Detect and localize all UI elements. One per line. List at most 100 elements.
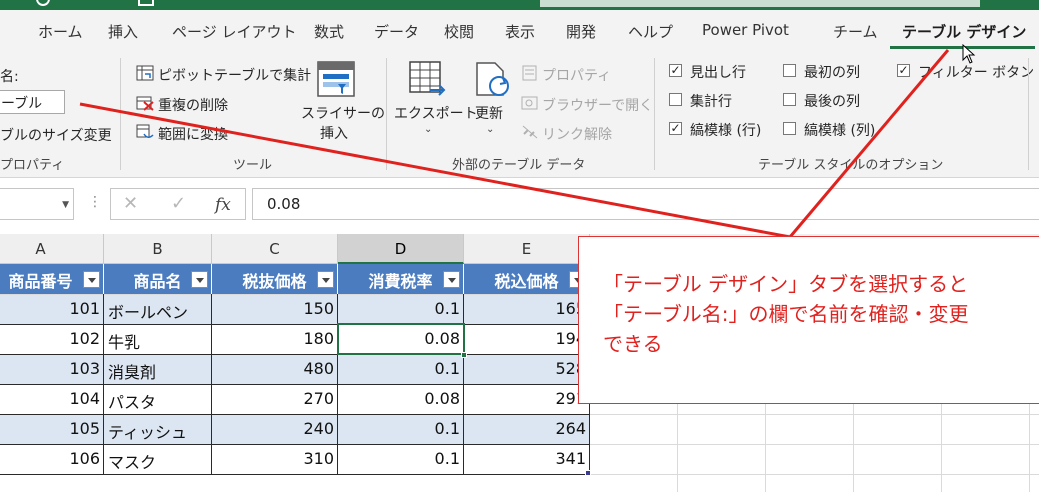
refresh-button[interactable]: 更新 (475, 103, 503, 123)
tab-developer[interactable]: 開発 (566, 21, 596, 42)
column-header-b[interactable]: B (104, 234, 212, 264)
table-cell[interactable]: 103 (0, 354, 104, 384)
last-column-label: 最後の列 (804, 94, 860, 110)
table-cell[interactable]: 310 (212, 444, 338, 474)
slicer-icon (317, 61, 355, 97)
unlink-icon (522, 125, 538, 139)
table-header-cell[interactable]: 消費税率 (338, 264, 464, 294)
last-column-checkbox[interactable] (783, 93, 796, 106)
total-row-checkbox[interactable] (669, 93, 682, 106)
insert-slicer-line2[interactable]: 挿入 (320, 123, 348, 143)
table-cell[interactable]: 0.1 (338, 294, 464, 324)
filter-button-checkbox[interactable]: ✓ (897, 64, 910, 77)
tab-formulas[interactable]: 数式 (314, 21, 344, 42)
refresh-icon (476, 62, 509, 96)
table-header-cell[interactable]: 商品名 (104, 264, 212, 294)
table-cell[interactable]: 0.1 (338, 444, 464, 474)
column-header-a[interactable]: A (0, 234, 104, 264)
title-bar (0, 0, 1039, 10)
tab-power-pivot[interactable]: Power Pivot (702, 21, 789, 39)
name-box[interactable]: ▼ (0, 188, 74, 220)
table-cell[interactable]: マスク (104, 444, 212, 474)
banded-columns-checkbox[interactable] (783, 122, 796, 135)
tab-view[interactable]: 表示 (505, 21, 535, 42)
tab-review[interactable]: 校閲 (444, 21, 474, 42)
table-cell[interactable]: ボールペン (104, 294, 212, 324)
table-cell[interactable]: 240 (212, 414, 338, 444)
table-cell[interactable]: 牛乳 (104, 324, 212, 354)
group-label-external-data: 外部のテーブル データ (452, 158, 586, 173)
table-cell[interactable]: 102 (0, 324, 104, 354)
filter-dropdown-icon[interactable] (191, 271, 208, 288)
table-resize-handle[interactable] (585, 470, 591, 476)
unlink-button[interactable]: リンク解除 (542, 124, 612, 144)
tab-data[interactable]: データ (374, 21, 419, 42)
fill-handle[interactable] (461, 352, 467, 358)
table-cell[interactable]: ティッシュ (104, 414, 212, 444)
resize-table-button[interactable]: ブルのサイズ変更 (0, 125, 112, 145)
tab-table-design[interactable]: テーブル デザイン (902, 21, 1026, 42)
table-header-label: 税抜価格 (242, 272, 307, 291)
table-cell[interactable]: パスタ (104, 384, 212, 414)
table-cell[interactable]: 291 (464, 384, 590, 414)
table-cell[interactable]: 106 (0, 444, 104, 474)
cancel-icon[interactable]: ✕ (123, 193, 138, 214)
table-cell[interactable]: 0.1 (338, 414, 464, 444)
tab-home[interactable]: ホーム (38, 21, 83, 42)
table-header-cell[interactable]: 税抜価格 (212, 264, 338, 294)
table-cell[interactable]: 0.08 (338, 384, 464, 414)
active-cell-border (337, 323, 465, 355)
table-header-label: 商品番号 (8, 272, 73, 291)
table-cell[interactable]: 0.1 (338, 354, 464, 384)
table-cell[interactable]: 165 (464, 294, 590, 324)
header-row-checkbox[interactable]: ✓ (669, 64, 682, 77)
column-header-c[interactable]: C (212, 234, 338, 264)
open-in-browser-button[interactable]: ブラウザーで開く (542, 95, 653, 115)
table-cell[interactable]: 341 (464, 444, 590, 474)
quick-access-icon[interactable] (138, 0, 154, 6)
table-cell[interactable]: 194 (464, 324, 590, 354)
chevron-down-icon[interactable]: ⌄ (486, 124, 494, 135)
save-icon[interactable] (36, 0, 50, 6)
tab-insert[interactable]: 挿入 (108, 21, 138, 42)
enter-icon[interactable]: ✓ (171, 193, 186, 214)
header-row-label: 見出し行 (690, 65, 746, 81)
convert-to-range-button[interactable]: 範囲に変換 (158, 124, 228, 144)
chevron-down-icon[interactable]: ▼ (62, 200, 69, 210)
filter-dropdown-icon[interactable] (83, 271, 100, 288)
table-cell[interactable]: 264 (464, 414, 590, 444)
table-cell[interactable]: 105 (0, 414, 104, 444)
table-name-input[interactable]: ーブル (0, 90, 65, 114)
column-header-e[interactable]: E (464, 234, 590, 264)
first-column-checkbox[interactable] (783, 64, 796, 77)
table-cell[interactable]: 101 (0, 294, 104, 324)
insert-slicer-line1[interactable]: スライサーの (301, 103, 385, 123)
table-cell[interactable]: 528 (464, 354, 590, 384)
summarize-pivot-button[interactable]: ピボットテーブルで集計 (158, 65, 311, 85)
convert-to-range-icon (136, 124, 154, 138)
insert-function-icon[interactable]: fx (215, 195, 231, 215)
tab-help[interactable]: ヘルプ (628, 21, 673, 42)
formula-input[interactable]: 0.08 (252, 188, 1039, 220)
chevron-down-icon[interactable]: ⌄ (424, 124, 432, 135)
tab-page-layout[interactable]: ページ レイアウト (172, 21, 296, 42)
table-header-cell[interactable]: 商品番号 (0, 264, 104, 294)
banded-rows-checkbox[interactable]: ✓ (669, 122, 682, 135)
remove-duplicates-button[interactable]: 重複の削除 (158, 95, 228, 115)
filter-dropdown-icon[interactable] (317, 271, 334, 288)
table-cell[interactable]: 150 (212, 294, 338, 324)
properties-icon (522, 65, 537, 81)
properties-button[interactable]: プロパティ (542, 65, 611, 85)
export-button[interactable]: エクスポート (394, 103, 478, 123)
more-options-icon[interactable]: ⋮ (88, 194, 102, 210)
filter-dropdown-icon[interactable] (443, 271, 460, 288)
table-cell[interactable]: 180 (212, 324, 338, 354)
table-header-cell[interactable]: 税込価格 (464, 264, 590, 294)
tab-team[interactable]: チーム (833, 21, 878, 42)
search-box[interactable] (540, 0, 980, 7)
table-cell[interactable]: 消臭剤 (104, 354, 212, 384)
table-cell[interactable]: 270 (212, 384, 338, 414)
column-header-d[interactable]: D (338, 234, 464, 264)
table-cell[interactable]: 480 (212, 354, 338, 384)
table-cell[interactable]: 104 (0, 384, 104, 414)
